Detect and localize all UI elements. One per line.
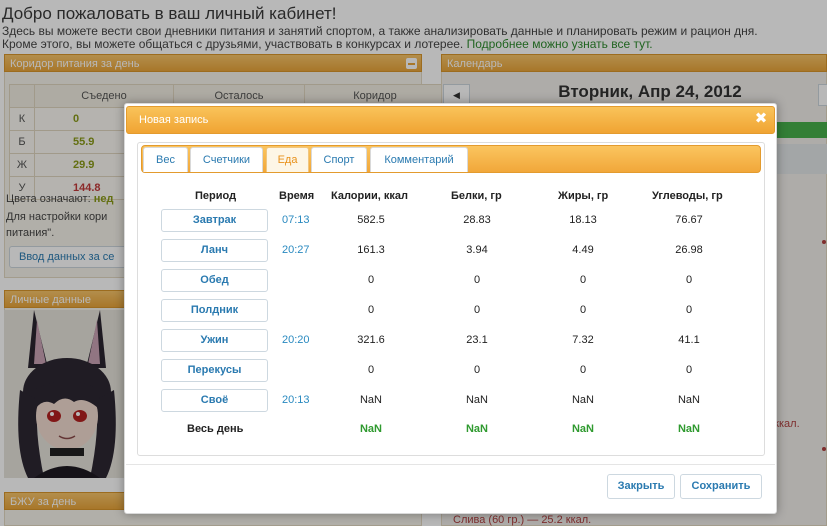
meal-fat: 0: [579, 274, 587, 286]
meal-time[interactable]: 20:13: [282, 394, 310, 406]
total-calories: NaN: [359, 423, 382, 435]
meal-calories: 0: [367, 304, 375, 316]
meal-calories: 582.5: [357, 214, 385, 226]
meal-protein: 0: [473, 364, 481, 376]
meal-protein: NaN: [465, 394, 488, 406]
meal-carbs: 41.1: [678, 334, 700, 346]
meal-fat: NaN: [571, 394, 594, 406]
new-entry-dialog: Новая запись ✖ Вес Счетчики Еда Спорт Ко…: [124, 103, 777, 514]
close-icon[interactable]: ✖: [754, 111, 768, 126]
col-time: Время: [279, 190, 315, 202]
meal-fat: 7.32: [572, 334, 594, 346]
meal-carbs: 26.98: [675, 244, 703, 256]
meal-fat: 4.49: [572, 244, 594, 256]
meal-protein: 28.83: [463, 214, 491, 226]
total-label: Весь день: [187, 423, 244, 435]
meal-fat: 18.13: [569, 214, 597, 226]
tab-sport[interactable]: Спорт: [311, 147, 367, 172]
dialog-titlebar: Новая запись ✖: [126, 106, 775, 134]
meal-carbs: 76.67: [675, 214, 703, 226]
tab-food[interactable]: Еда: [266, 147, 309, 172]
dialog-footer-divider: [126, 464, 775, 465]
total-fat: NaN: [571, 423, 594, 435]
meal-period-button[interactable]: Полдник: [161, 299, 268, 322]
col-protein: Белки, гр: [451, 190, 502, 202]
col-fat: Жиры, гр: [558, 190, 609, 202]
meal-protein: 0: [473, 274, 481, 286]
meal-period-button[interactable]: Завтрак: [161, 209, 268, 232]
meal-calories: 321.6: [357, 334, 385, 346]
meal-period-button[interactable]: Обед: [161, 269, 268, 292]
meal-calories: NaN: [359, 394, 382, 406]
col-period: Период: [195, 190, 237, 202]
meal-carbs: 0: [685, 274, 693, 286]
meal-time[interactable]: 07:13: [282, 214, 310, 226]
meal-time[interactable]: 20:27: [282, 244, 310, 256]
meal-period-button[interactable]: Перекусы: [161, 359, 268, 382]
close-button[interactable]: Закрыть: [607, 474, 675, 499]
total-protein: NaN: [465, 423, 488, 435]
meal-period-button[interactable]: Своё: [161, 389, 268, 412]
col-calories: Калории, ккал: [331, 190, 408, 202]
meal-calories: 161.3: [357, 244, 385, 256]
meal-period-button[interactable]: Ужин: [161, 329, 268, 352]
meal-fat: 0: [579, 364, 587, 376]
tab-weight[interactable]: Вес: [143, 147, 188, 172]
meal-fat: 0: [579, 304, 587, 316]
meal-carbs: 0: [685, 364, 693, 376]
meal-protein: 3.94: [466, 244, 488, 256]
meal-time[interactable]: 20:20: [282, 334, 310, 346]
dialog-title: Новая запись: [139, 114, 209, 126]
meal-protein: 23.1: [466, 334, 488, 346]
tab-comment[interactable]: Комментарий: [370, 147, 468, 172]
meal-protein: 0: [473, 304, 481, 316]
meal-calories: 0: [367, 274, 375, 286]
meal-carbs: 0: [685, 304, 693, 316]
meal-carbs: NaN: [677, 394, 700, 406]
save-button[interactable]: Сохранить: [680, 474, 762, 499]
col-carbs: Углеводы, гр: [652, 190, 723, 202]
meal-calories: 0: [367, 364, 375, 376]
tab-counters[interactable]: Счетчики: [190, 147, 263, 172]
meal-period-button[interactable]: Ланч: [161, 239, 268, 262]
total-carbs: NaN: [677, 423, 700, 435]
